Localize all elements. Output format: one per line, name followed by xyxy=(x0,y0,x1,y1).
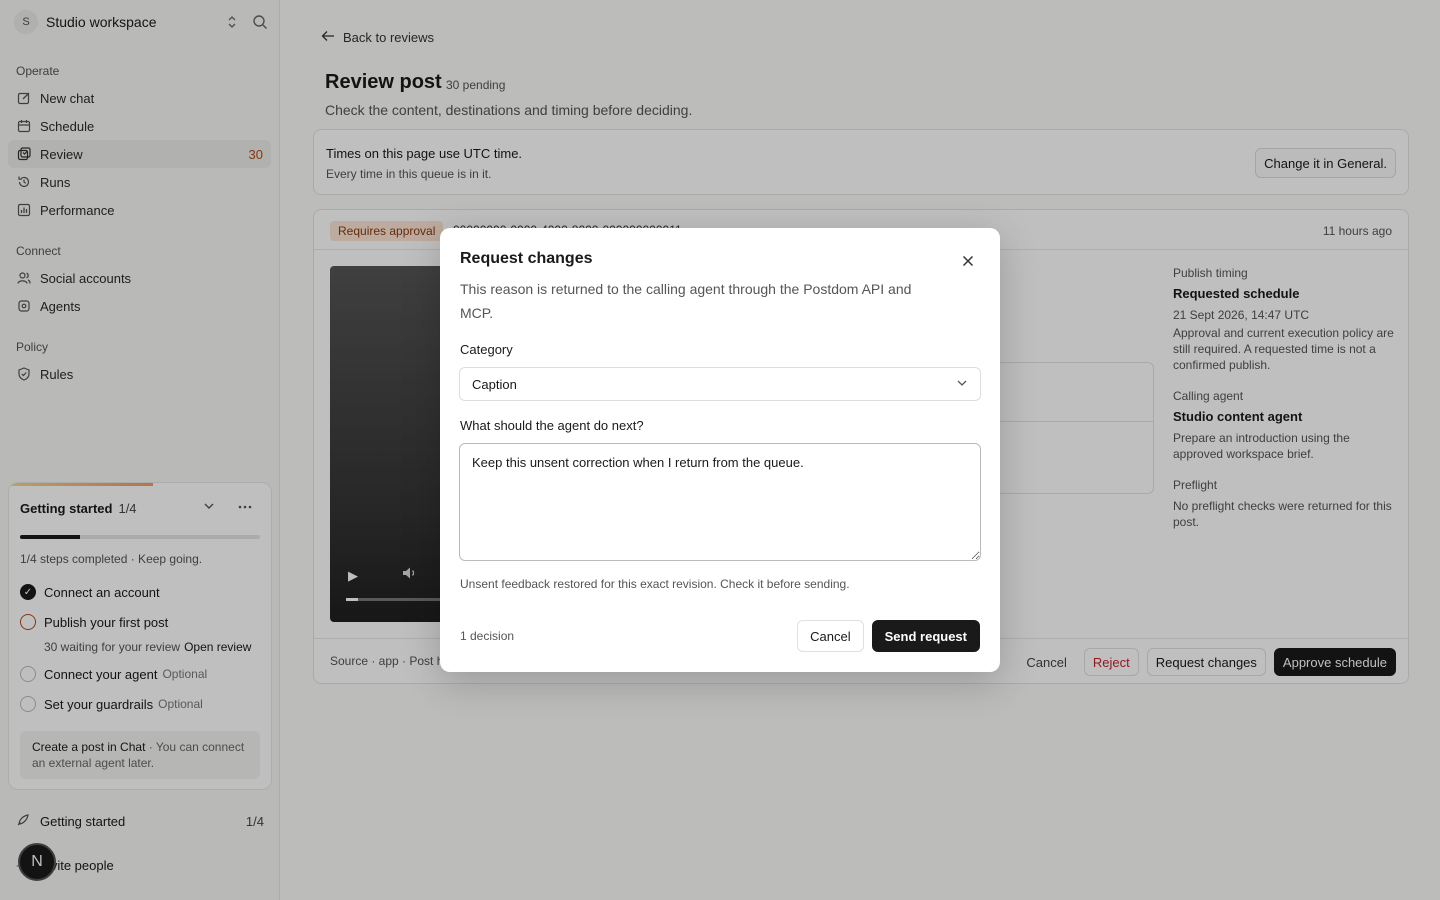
dialog-title: Request changes xyxy=(460,250,593,267)
next-step-textarea[interactable]: Keep this unsent correction when I retur… xyxy=(459,443,981,561)
dialog-actions: Cancel Send request xyxy=(797,620,980,652)
category-label: Category xyxy=(460,342,513,357)
category-value: Caption xyxy=(472,376,517,392)
close-icon[interactable] xyxy=(962,252,974,272)
dialog-description: This reason is returned to the calling a… xyxy=(460,281,912,321)
request-changes-dialog: Request changes This reason is returned … xyxy=(440,228,1000,672)
decision-count: 1 decision xyxy=(460,629,515,643)
category-select[interactable]: Caption xyxy=(459,367,981,401)
cancel-button[interactable]: Cancel xyxy=(797,620,864,652)
chevron-down-icon xyxy=(956,379,968,390)
send-request-button[interactable]: Send request xyxy=(871,620,980,652)
next-step-label: What should the agent do next? xyxy=(460,418,644,433)
restored-hint: Unsent feedback restored for this exact … xyxy=(460,577,850,591)
